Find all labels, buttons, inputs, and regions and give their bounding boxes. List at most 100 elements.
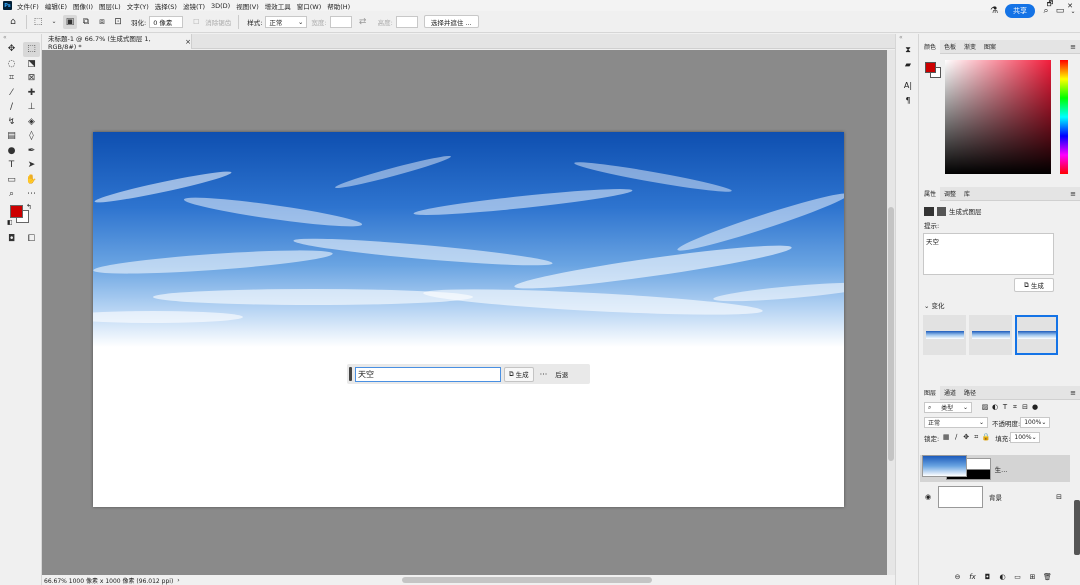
collapse-icon[interactable]: « [0,34,41,42]
frame-tool-icon[interactable]: ⊠ [23,71,40,86]
antialias-checkbox[interactable]: ☐ [189,15,203,29]
feather-input[interactable]: 0 像素 [149,15,184,28]
menu-filter[interactable]: 滤镜(T) [183,1,205,11]
blend-mode-select[interactable]: 正常 ⌄ [924,417,988,428]
prompt-textarea[interactable]: 天空 [923,233,1054,275]
scroll-thumb[interactable] [888,207,894,461]
swap-dimensions-icon[interactable]: ⇄ [356,15,370,29]
menu-plugins[interactable]: 增效工具 [265,1,291,11]
tab-layers[interactable]: 图层 [920,385,941,400]
pen-tool-icon[interactable]: ✒ [23,144,40,159]
lock-icon[interactable]: ⊟ [1056,493,1062,501]
lasso-tool-icon[interactable]: ◌ [3,57,20,72]
flask-icon[interactable]: ⚗ [988,4,1000,18]
foreground-color-swatch[interactable] [925,62,936,73]
rectangle-tool-icon[interactable]: ▭ [3,173,20,188]
lock-pixels-icon[interactable]: ∕ [951,433,961,442]
menu-select[interactable]: 选择(S) [155,1,177,11]
path-select-tool-icon[interactable]: ➤ [23,158,40,173]
type-filter-icon[interactable]: T [1000,403,1010,412]
layer-name[interactable]: 生... [995,464,1008,474]
character-icon[interactable]: A| [896,78,920,93]
lock-position-icon[interactable]: ✥ [961,433,971,442]
move-tool-icon[interactable]: ✥ [3,42,20,57]
document-canvas[interactable]: 天空 ⧉ 生成 ··· 后退 [93,132,844,507]
lock-all-icon[interactable]: 🔒 [981,433,991,442]
back-button[interactable]: 后退 [555,369,568,379]
style-select[interactable]: 正常 ⌄ [265,15,308,28]
home-icon[interactable]: ⌂ [6,15,20,29]
select-and-mask-button[interactable]: 选择并遮住 ... [423,15,479,28]
new-selection-icon[interactable]: ▣ [63,14,77,29]
layer-name[interactable]: 背景 [989,492,1002,502]
menu-layer[interactable]: 图层(L) [99,1,121,11]
panel-scrollbar[interactable] [1074,500,1080,555]
lock-transparent-icon[interactable]: ▦ [941,433,951,442]
prompt-input[interactable]: 天空 [355,366,501,382]
foreground-color-swatch[interactable] [10,204,23,218]
kind-filter-select[interactable]: ⌕ 类型 ⌄ [924,402,972,413]
document-tab[interactable]: 未标题-1 @ 66.7% (生成式图层 1, RGB/8#) * × [42,34,192,51]
more-options-button[interactable]: ··· [540,370,548,379]
width-input[interactable] [329,15,352,28]
opacity-input[interactable]: 100% ⌄ [1020,417,1051,428]
chevron-down-icon[interactable]: ⌄ [1067,4,1079,18]
more-tools-icon[interactable]: ⋯ [23,187,40,202]
subtract-selection-icon[interactable]: ⧈ [95,15,109,29]
chevron-down-icon[interactable]: ⌄ [47,15,61,29]
comments-icon[interactable]: ▰ [896,57,920,72]
object-select-tool-icon[interactable]: ⬔ [23,57,40,72]
generate-button[interactable]: ⧉ 生成 [504,366,534,382]
healing-brush-tool-icon[interactable]: ✚ [23,86,40,101]
variation-thumbnail-selected[interactable] [1015,315,1058,355]
fill-input[interactable]: 100% ⌄ [1010,432,1041,443]
height-input[interactable] [395,15,418,28]
new-group-icon[interactable]: ▭ [1010,573,1025,581]
collapse-icon[interactable]: « [896,34,918,42]
variation-thumbnail[interactable] [969,315,1012,355]
horizontal-scrollbar[interactable] [402,577,652,583]
dodge-tool-icon[interactable]: ● [3,144,20,159]
menu-help[interactable]: 帮助(H) [327,1,350,11]
search-icon[interactable]: ⌕ [1040,4,1052,18]
add-selection-icon[interactable]: ⧉ [79,15,93,29]
layer-row-background[interactable]: ◉ 背景 ⊟ [920,483,1070,510]
adjustment-layer-icon[interactable]: ◐ [995,573,1010,581]
eyedropper-tool-icon[interactable]: ⁄ [3,86,20,101]
lock-artboard-icon[interactable]: ⌗ [971,433,981,442]
properties-generate-button[interactable]: ⧉ 生成 [1014,278,1054,292]
menu-type[interactable]: 文字(Y) [127,1,149,11]
marquee-preset-icon[interactable]: ⬚ [31,15,45,29]
share-button[interactable]: 共享 [1005,4,1035,18]
layer-style-icon[interactable]: fx [965,573,980,581]
workspace-icon[interactable]: ▭ [1054,4,1066,18]
blur-tool-icon[interactable]: ◊ [23,129,40,144]
type-tool-icon[interactable]: T [3,158,20,173]
visibility-eye-icon[interactable]: ◉ [920,493,936,501]
chevron-right-icon[interactable]: › [177,577,179,584]
default-colors-icon[interactable]: ◧ [7,219,13,226]
history-icon[interactable]: ⧗ [896,42,920,57]
zoom-tool-icon[interactable]: ⌕ [3,187,20,202]
pixel-filter-icon[interactable]: ▨ [980,403,990,412]
brush-tool-icon[interactable]: ∕ [3,100,20,115]
screen-mode-icon[interactable]: ⧠ [23,232,40,247]
tab-libraries[interactable]: 库 [960,187,974,201]
crop-tool-icon[interactable]: ⌗ [3,71,20,86]
intersect-selection-icon[interactable]: ⊡ [111,15,125,29]
hue-slider[interactable] [1060,60,1068,174]
menu-window[interactable]: 窗口(W) [297,1,322,11]
new-layer-icon[interactable]: ⊞ [1025,573,1040,581]
tab-adjustments[interactable]: 调整 [940,187,960,201]
close-tab-icon[interactable]: × [185,38,191,46]
gradient-tool-icon[interactable]: ▤ [3,129,20,144]
layer-row-generative[interactable]: ◉ ⛓ 生... [920,455,1070,482]
menu-image[interactable]: 图像(I) [73,1,93,11]
panel-menu-icon[interactable]: ≡ [1070,190,1076,198]
smart-object-filter-icon[interactable]: ⊟ [1020,403,1030,412]
panel-menu-icon[interactable]: ≡ [1070,389,1076,397]
filter-toggle-icon[interactable]: ● [1030,403,1040,412]
variation-thumbnail[interactable] [923,315,966,355]
history-brush-tool-icon[interactable]: ↯ [3,115,20,130]
menu-edit[interactable]: 编辑(E) [45,1,67,11]
